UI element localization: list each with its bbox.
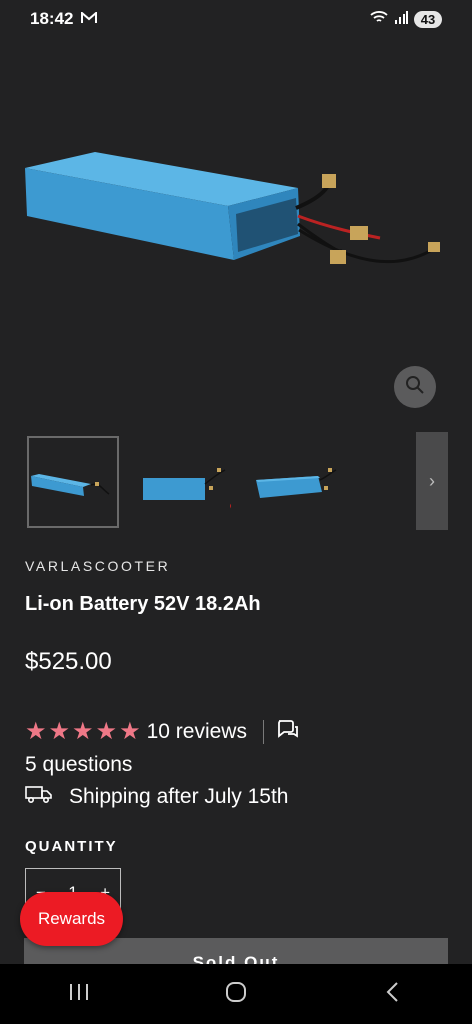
quantity-label: QUANTITY: [25, 838, 118, 855]
reviews-link[interactable]: 10 reviews: [147, 720, 247, 744]
star-icon: ★: [25, 718, 47, 745]
system-nav-bar: [0, 964, 472, 1024]
star-icon: ★: [48, 718, 71, 745]
product-vendor: VARLASCOOTER: [25, 558, 171, 574]
back-button[interactable]: [353, 969, 433, 1019]
product-main-image[interactable]: [0, 38, 472, 422]
star-icon: ★: [72, 718, 94, 745]
status-bar: 18:42 43: [0, 0, 472, 38]
zoom-button[interactable]: [394, 366, 436, 408]
recent-apps-button[interactable]: [39, 969, 119, 1019]
recent-apps-icon: [68, 982, 90, 1007]
divider: [262, 720, 264, 744]
product-price: $525.00: [25, 648, 112, 675]
thumbnail-3[interactable]: [252, 436, 344, 528]
chat-bubbles-icon[interactable]: [276, 719, 300, 746]
thumbnail-1[interactable]: [27, 436, 119, 528]
thumbnail-next-button[interactable]: ›: [416, 432, 448, 530]
rating-row: ★ ★ ★ ★ ★ 10 reviews: [25, 717, 300, 747]
status-time: 18:42: [30, 9, 74, 28]
battery-indicator: 43: [414, 10, 442, 28]
search-icon: [405, 375, 425, 400]
back-icon: [385, 981, 401, 1008]
thumbnail-strip: ›: [0, 432, 472, 532]
rewards-button[interactable]: Rewards: [20, 892, 123, 946]
questions-link[interactable]: 5 questions: [25, 753, 132, 777]
thumbnail-2[interactable]: [139, 436, 236, 528]
star-icon: ★: [119, 718, 141, 745]
star-rating[interactable]: ★ ★ ★ ★ ★: [25, 720, 141, 744]
home-icon: [224, 980, 248, 1009]
chevron-right-icon: ›: [429, 470, 435, 491]
wifi-icon: [370, 9, 388, 29]
product-title: Li-on Battery 52V 18.2Ah: [25, 593, 261, 615]
star-icon: ★: [95, 718, 118, 745]
shipping-text: Shipping after July 15th: [69, 785, 289, 808]
shipping-info: Shipping after July 15th: [25, 784, 288, 810]
gmail-icon: [81, 9, 98, 29]
truck-icon: [25, 784, 53, 810]
home-button[interactable]: [196, 969, 276, 1019]
signal-icon: [394, 9, 408, 29]
